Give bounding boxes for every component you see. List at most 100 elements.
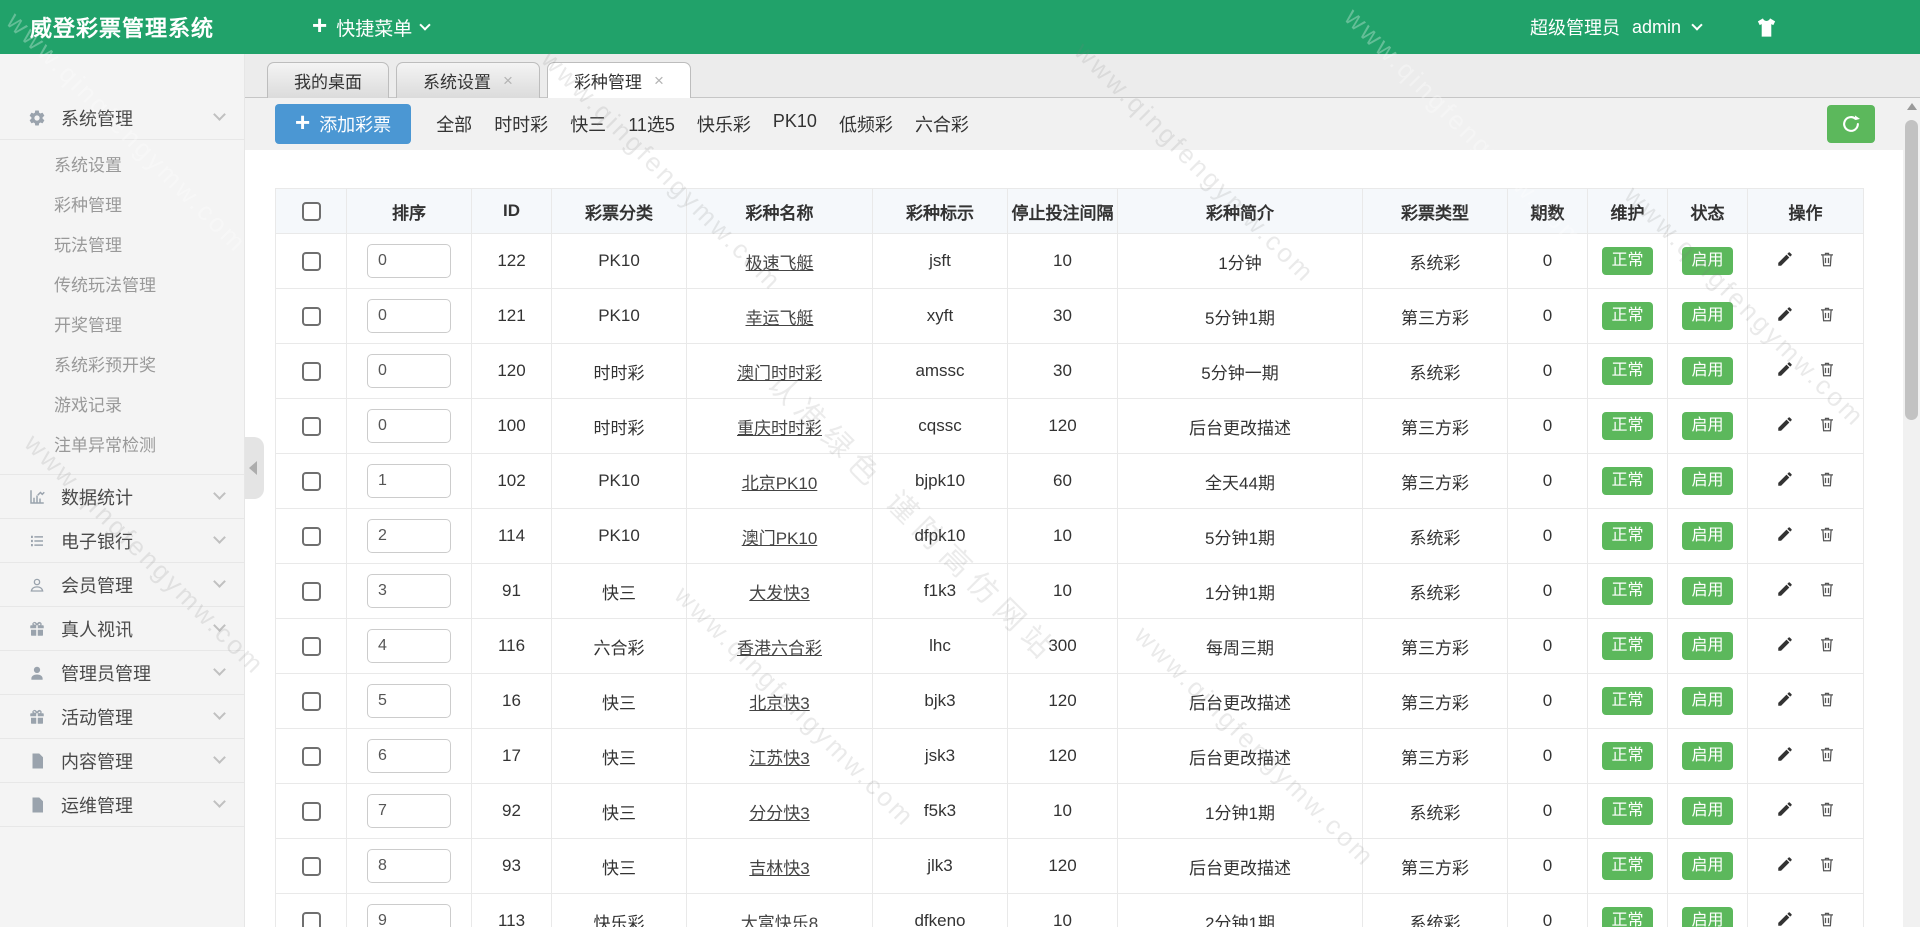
filter-link[interactable]: 低频彩	[828, 111, 904, 137]
row-checkbox[interactable]	[301, 637, 321, 656]
row-checkbox[interactable]	[301, 527, 321, 546]
delete-trash-icon[interactable]	[1818, 305, 1836, 323]
edit-pencil-icon[interactable]	[1776, 635, 1794, 653]
tab[interactable]: 我的桌面	[267, 62, 389, 98]
quick-menu-button[interactable]: 快捷菜单	[312, 14, 431, 41]
sort-input[interactable]	[367, 464, 451, 498]
maintain-badge[interactable]: 正常	[1602, 357, 1653, 385]
filter-link[interactable]: 快乐彩	[686, 111, 762, 137]
lottery-name-link[interactable]: 香港六合彩	[737, 639, 822, 658]
edit-pencil-icon[interactable]	[1776, 470, 1794, 488]
lottery-name-link[interactable]: 北京PK10	[742, 474, 818, 493]
tab-close-icon[interactable]	[503, 72, 513, 89]
delete-trash-icon[interactable]	[1818, 910, 1836, 927]
maintain-badge[interactable]: 正常	[1602, 302, 1653, 330]
row-checkbox[interactable]	[301, 857, 321, 876]
edit-pencil-icon[interactable]	[1776, 690, 1794, 708]
filter-link[interactable]: 时时彩	[483, 111, 559, 137]
delete-trash-icon[interactable]	[1818, 525, 1836, 543]
refresh-button[interactable]	[1827, 105, 1875, 143]
maintain-badge[interactable]: 正常	[1602, 852, 1653, 880]
row-checkbox[interactable]	[301, 417, 321, 436]
status-badge[interactable]: 启用	[1682, 302, 1733, 330]
sort-input[interactable]	[367, 684, 451, 718]
sidebar-section[interactable]: 电子银行	[0, 518, 244, 562]
sidebar-section[interactable]: 数据统计	[0, 474, 244, 518]
edit-pencil-icon[interactable]	[1776, 250, 1794, 268]
sidebar-section[interactable]: 内容管理	[0, 738, 244, 782]
row-checkbox[interactable]	[301, 802, 321, 821]
maintain-badge[interactable]: 正常	[1602, 687, 1653, 715]
status-badge[interactable]: 启用	[1682, 412, 1733, 440]
maintain-badge[interactable]: 正常	[1602, 467, 1653, 495]
maintain-badge[interactable]: 正常	[1602, 742, 1653, 770]
filter-link[interactable]: 六合彩	[904, 111, 980, 137]
status-badge[interactable]: 启用	[1682, 522, 1733, 550]
maintain-badge[interactable]: 正常	[1602, 577, 1653, 605]
tab[interactable]: 彩种管理	[546, 62, 691, 98]
status-badge[interactable]: 启用	[1682, 467, 1733, 495]
sidebar-subitem[interactable]: 玩法管理	[0, 226, 244, 266]
row-checkbox[interactable]	[301, 747, 321, 766]
username-menu[interactable]: admin	[1632, 17, 1681, 38]
status-badge[interactable]: 启用	[1682, 852, 1733, 880]
sort-input[interactable]	[367, 409, 451, 443]
sort-input[interactable]	[367, 519, 451, 553]
lottery-name-link[interactable]: 江苏快3	[749, 749, 809, 768]
row-checkbox[interactable]	[301, 582, 321, 601]
sidebar-subitem[interactable]: 彩种管理	[0, 186, 244, 226]
sort-input[interactable]	[367, 244, 451, 278]
status-badge[interactable]: 启用	[1682, 687, 1733, 715]
edit-pencil-icon[interactable]	[1776, 360, 1794, 378]
delete-trash-icon[interactable]	[1818, 250, 1836, 268]
lottery-name-link[interactable]: 北京快3	[749, 694, 809, 713]
sidebar-section[interactable]: 运维管理	[0, 782, 244, 826]
edit-pencil-icon[interactable]	[1776, 580, 1794, 598]
status-badge[interactable]: 启用	[1682, 632, 1733, 660]
lottery-name-link[interactable]: 幸运飞艇	[746, 309, 814, 328]
lottery-name-link[interactable]: 澳门时时彩	[737, 364, 822, 383]
scrollbar-thumb[interactable]	[1905, 120, 1918, 420]
sidebar-subitem[interactable]: 注单异常检测	[0, 426, 244, 466]
delete-trash-icon[interactable]	[1818, 470, 1836, 488]
sidebar-section-system[interactable]: 系统管理	[0, 96, 244, 140]
tab[interactable]: 系统设置	[396, 62, 540, 98]
tab-close-icon[interactable]	[654, 72, 664, 89]
sort-input[interactable]	[367, 739, 451, 773]
delete-trash-icon[interactable]	[1818, 855, 1836, 873]
edit-pencil-icon[interactable]	[1776, 525, 1794, 543]
sort-input[interactable]	[367, 904, 451, 927]
status-badge[interactable]: 启用	[1682, 247, 1733, 275]
row-checkbox[interactable]	[301, 472, 321, 491]
status-badge[interactable]: 启用	[1682, 742, 1733, 770]
theme-tshirt-icon[interactable]	[1755, 16, 1778, 39]
lottery-name-link[interactable]: 重庆时时彩	[737, 419, 822, 438]
sort-input[interactable]	[367, 794, 451, 828]
scrollbar-up-arrow[interactable]	[1903, 98, 1920, 115]
edit-pencil-icon[interactable]	[1776, 415, 1794, 433]
delete-trash-icon[interactable]	[1818, 800, 1836, 818]
lottery-name-link[interactable]: 大富快乐8	[741, 914, 818, 927]
sidebar-subitem[interactable]: 传统玩法管理	[0, 266, 244, 306]
maintain-badge[interactable]: 正常	[1602, 522, 1653, 550]
row-checkbox[interactable]	[301, 692, 321, 711]
filter-link[interactable]: PK10	[762, 111, 828, 137]
edit-pencil-icon[interactable]	[1776, 745, 1794, 763]
status-badge[interactable]: 启用	[1682, 907, 1733, 927]
sidebar-section[interactable]: 会员管理	[0, 562, 244, 606]
delete-trash-icon[interactable]	[1818, 580, 1836, 598]
sidebar-subitem[interactable]: 系统彩预开奖	[0, 346, 244, 386]
filter-link[interactable]: 快三	[559, 111, 617, 137]
sidebar-section[interactable]: 真人视讯	[0, 606, 244, 650]
sidebar-collapse-handle[interactable]	[245, 437, 264, 499]
lottery-name-link[interactable]: 澳门PK10	[742, 529, 818, 548]
sidebar-subitem[interactable]: 游戏记录	[0, 386, 244, 426]
sidebar-section[interactable]: 活动管理	[0, 694, 244, 738]
row-checkbox[interactable]	[301, 912, 321, 927]
maintain-badge[interactable]: 正常	[1602, 412, 1653, 440]
lottery-name-link[interactable]: 极速飞艇	[746, 254, 814, 273]
sort-input[interactable]	[367, 574, 451, 608]
status-badge[interactable]: 启用	[1682, 357, 1733, 385]
maintain-badge[interactable]: 正常	[1602, 907, 1653, 927]
sidebar-subitem[interactable]: 系统设置	[0, 146, 244, 186]
